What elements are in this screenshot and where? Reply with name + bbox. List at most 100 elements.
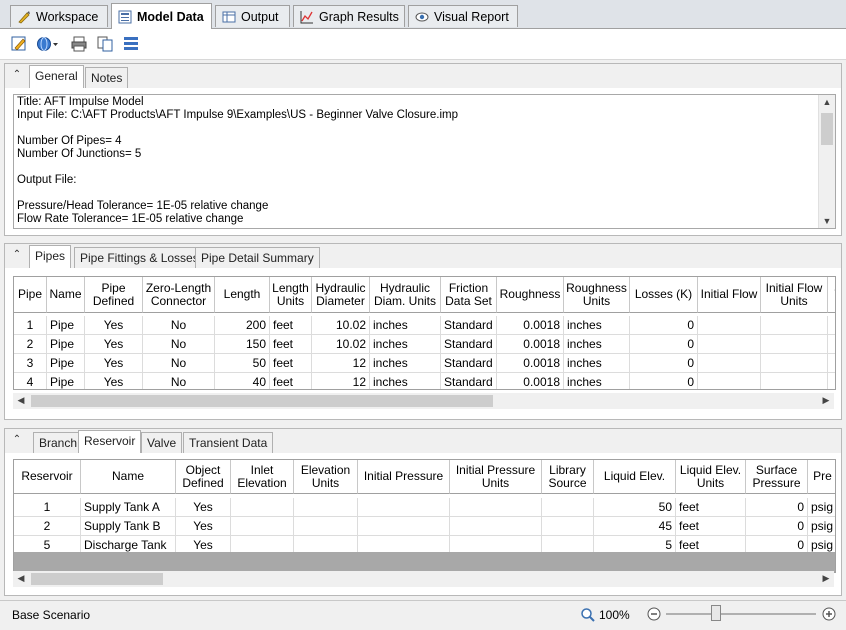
table-cell[interactable]: 12 [312, 354, 370, 373]
copy-icon[interactable] [96, 35, 114, 53]
table-cell[interactable] [761, 373, 828, 389]
table-cell[interactable]: 10.02 [312, 316, 370, 335]
table-cell[interactable]: inches [370, 335, 441, 354]
table-cell[interactable] [231, 517, 294, 536]
table-cell[interactable]: Yes [85, 335, 143, 354]
column-header[interactable]: Roughness [497, 277, 564, 313]
table-cell[interactable]: inches [370, 354, 441, 373]
table-cell[interactable]: feet [270, 316, 312, 335]
table-cell[interactable]: 3 [14, 354, 47, 373]
column-header[interactable]: Losses (K) [630, 277, 698, 313]
zoom-icon[interactable] [580, 607, 596, 623]
column-header[interactable]: Name [47, 277, 85, 313]
table-cell[interactable]: 40 [215, 373, 270, 389]
table-cell[interactable]: psig [808, 498, 835, 517]
column-header[interactable]: Zero-Length Connector [143, 277, 215, 313]
table-cell[interactable] [294, 517, 358, 536]
table-cell[interactable]: 0 [630, 373, 698, 389]
table-cell[interactable]: No [143, 354, 215, 373]
table-cell[interactable] [542, 517, 594, 536]
table-cell[interactable]: Supply Tank A [81, 498, 176, 517]
table-cell[interactable]: No [143, 373, 215, 389]
column-header[interactable]: Library Source [542, 460, 594, 494]
tab-output[interactable]: Output [215, 5, 290, 27]
table-cell[interactable]: 12 [312, 373, 370, 389]
column-header[interactable]: Liquid Elev. Units [676, 460, 746, 494]
column-header[interactable]: Elevation Units [294, 460, 358, 494]
table-cell[interactable]: 0 [630, 354, 698, 373]
general-text-area[interactable]: Title: AFT Impulse Model Input File: C:\A… [13, 94, 836, 229]
tab-workspace[interactable]: Workspace [10, 5, 108, 27]
table-cell[interactable] [828, 354, 835, 373]
column-header[interactable]: Pre [808, 460, 835, 494]
table-cell[interactable]: feet [676, 517, 746, 536]
table-cell[interactable]: Pipe [47, 335, 85, 354]
table-cell[interactable]: Pipe [47, 354, 85, 373]
column-header[interactable]: Name [81, 460, 176, 494]
table-cell[interactable]: Yes [85, 316, 143, 335]
scroll-left-icon[interactable]: ◀ [13, 395, 29, 406]
table-cell[interactable]: 1 [14, 316, 47, 335]
table-cell[interactable]: inches [564, 373, 630, 389]
table-cell[interactable]: inches [564, 335, 630, 354]
tab-branch[interactable]: Branch [33, 432, 84, 453]
tab-transient-data[interactable]: Transient Data [183, 432, 274, 453]
table-cell[interactable]: inches [370, 316, 441, 335]
table-cell[interactable]: feet [270, 335, 312, 354]
table-cell[interactable]: Pipe [47, 373, 85, 389]
column-header[interactable]: Reservoir [14, 460, 81, 494]
table-cell[interactable] [450, 498, 542, 517]
tab-notes[interactable]: Notes [85, 67, 129, 88]
table-cell[interactable]: 0.0018 [497, 373, 564, 389]
column-header[interactable]: Liquid Elev. [594, 460, 676, 494]
table-cell[interactable]: 4 [14, 373, 47, 389]
list-layout-icon[interactable] [122, 35, 140, 53]
table-cell[interactable]: Yes [85, 354, 143, 373]
table-cell[interactable] [761, 354, 828, 373]
table-cell[interactable]: feet [270, 354, 312, 373]
column-header[interactable]: Friction Data Set [441, 277, 497, 313]
tab-general[interactable]: General [29, 65, 84, 88]
table-cell[interactable]: Yes [176, 517, 231, 536]
table-cell[interactable]: 150 [215, 335, 270, 354]
column-header[interactable]: Initial Flow Units [761, 277, 828, 313]
scroll-down-icon[interactable]: ▼ [819, 216, 835, 226]
table-cell[interactable] [358, 498, 450, 517]
table-cell[interactable]: inches [370, 373, 441, 389]
table-cell[interactable]: 0.0018 [497, 316, 564, 335]
table-cell[interactable] [450, 517, 542, 536]
table-cell[interactable]: 1 [14, 498, 81, 517]
collapse-icon[interactable]: ⌃ [11, 434, 23, 446]
table-cell[interactable] [828, 373, 835, 389]
reservoir-horizontal-scrollbar[interactable]: ◀ ▶ [13, 571, 834, 587]
tab-valve[interactable]: Valve [141, 432, 183, 453]
scroll-thumb[interactable] [31, 395, 493, 407]
pipes-horizontal-scrollbar[interactable]: ◀ ▶ [13, 393, 834, 409]
scroll-up-icon[interactable]: ▲ [819, 97, 835, 107]
column-header[interactable]: Hydraulic Diam. Units [370, 277, 441, 313]
table-cell[interactable]: 0 [630, 335, 698, 354]
zoom-in-icon[interactable] [821, 606, 837, 622]
tab-pipes[interactable]: Pipes [29, 245, 72, 268]
table-cell[interactable] [294, 498, 358, 517]
table-cell[interactable]: 45 [594, 517, 676, 536]
table-cell[interactable]: No [143, 335, 215, 354]
column-header[interactable]: J ( [828, 277, 835, 313]
table-cell[interactable]: Standard [441, 354, 497, 373]
column-header[interactable]: Surface Pressure [746, 460, 808, 494]
table-cell[interactable]: Standard [441, 373, 497, 389]
print-icon[interactable] [70, 35, 88, 53]
tab-model-data[interactable]: Model Data [111, 3, 212, 29]
table-cell[interactable] [698, 335, 761, 354]
column-header[interactable]: Hydraulic Diameter [312, 277, 370, 313]
general-vertical-scrollbar[interactable]: ▲ ▼ [818, 95, 835, 228]
zoom-out-icon[interactable] [646, 606, 662, 622]
table-cell[interactable]: Standard [441, 335, 497, 354]
column-header[interactable]: Roughness Units [564, 277, 630, 313]
tab-pipe-detail-summary[interactable]: Pipe Detail Summary [195, 247, 320, 268]
scroll-right-icon[interactable]: ▶ [818, 573, 834, 584]
collapse-icon[interactable]: ⌃ [11, 249, 23, 261]
zoom-slider-thumb[interactable] [710, 605, 721, 621]
table-cell[interactable]: feet [270, 373, 312, 389]
scroll-left-icon[interactable]: ◀ [13, 573, 29, 584]
